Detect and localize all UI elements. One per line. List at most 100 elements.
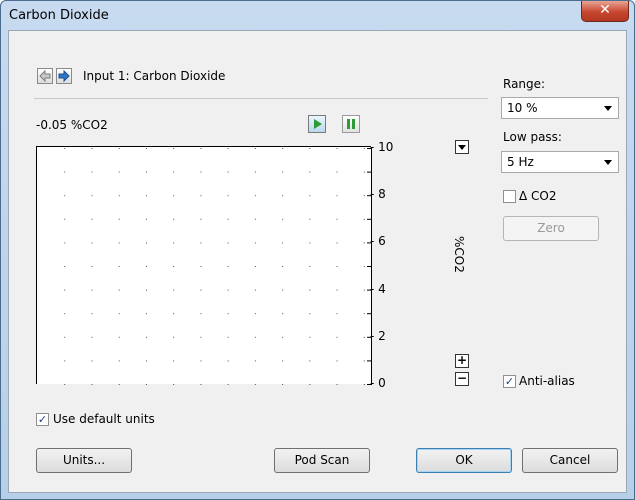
grid-dot: [282, 242, 284, 244]
chart-area[interactable]: [36, 146, 372, 385]
grid-dot: [173, 195, 175, 197]
grid-dot: [254, 218, 256, 220]
grid-dot: [173, 171, 175, 173]
grid-dot: [363, 360, 365, 362]
grid-dot: [282, 148, 284, 149]
grid-dot: [227, 313, 229, 315]
grid-dot: [64, 289, 66, 291]
input-label: Input 1: Carbon Dioxide: [83, 69, 226, 83]
grid-dot: [254, 289, 256, 291]
grid-dot: [200, 218, 202, 220]
grid-dot: [363, 266, 365, 267]
grid-dot: [64, 336, 66, 338]
zoom-in-button[interactable]: +: [455, 354, 469, 368]
anti-alias-checkbox[interactable]: ✓: [503, 375, 516, 388]
use-default-units-checkbox[interactable]: ✓: [36, 413, 49, 426]
grid-dot: [91, 218, 93, 220]
grid-dot: [91, 242, 93, 244]
range-label: Range:: [503, 77, 546, 91]
close-icon: ✕: [599, 2, 611, 18]
grid-dot: [173, 289, 175, 291]
previous-input-button[interactable]: [37, 68, 53, 84]
grid-dot: [91, 384, 93, 385]
grid-dot: [91, 266, 93, 267]
play-button[interactable]: [308, 115, 326, 133]
y-tick-mark: [367, 313, 371, 315]
grid-dot: [200, 384, 202, 385]
y-tick-mark: [367, 218, 371, 220]
delta-co2-label: Δ CO2: [519, 189, 557, 203]
grid-dot: [309, 384, 311, 385]
grid-dot: [118, 218, 120, 220]
next-input-button[interactable]: [56, 68, 72, 84]
grid-dot: [363, 384, 365, 385]
grid-dot: [363, 148, 365, 149]
low-pass-select[interactable]: 5 Hz: [501, 151, 619, 173]
grid-dot: [227, 218, 229, 220]
grid-dot: [309, 336, 311, 338]
delta-co2-checkbox[interactable]: [503, 190, 516, 203]
grid-dot: [254, 266, 256, 267]
grid-dot: [118, 336, 120, 338]
grid-dot: [309, 242, 311, 244]
grid-dot: [254, 148, 256, 149]
ok-button[interactable]: OK: [416, 448, 512, 473]
plus-icon: +: [456, 353, 468, 367]
window-title: Carbon Dioxide: [9, 8, 109, 23]
grid-dot: [336, 171, 338, 173]
scale-down-button[interactable]: [455, 140, 469, 154]
range-select[interactable]: 10 %: [501, 97, 619, 119]
grid-dot: [145, 242, 147, 244]
grid-dot: [282, 313, 284, 315]
grid-dot: [173, 384, 175, 385]
pod-scan-button[interactable]: Pod Scan: [274, 448, 370, 473]
grid-dot: [145, 360, 147, 362]
grid-dot: [91, 336, 93, 338]
grid-dot: [282, 289, 284, 291]
grid-dot: [309, 266, 311, 267]
grid-dot: [227, 336, 229, 338]
arrow-right-icon: [58, 69, 70, 83]
grid-dot: [118, 360, 120, 362]
play-icon: [314, 119, 322, 129]
grid-dot: [118, 242, 120, 244]
grid-dot: [336, 384, 338, 385]
grid-dot: [282, 360, 284, 362]
grid-dot: [200, 266, 202, 267]
grid-dot: [64, 171, 66, 173]
grid-dot: [309, 218, 311, 220]
title-bar[interactable]: Carbon Dioxide ✕: [1, 1, 634, 30]
grid-dot: [64, 218, 66, 220]
grid-dot: [91, 289, 93, 291]
grid-dot: [145, 266, 147, 267]
grid-dot: [282, 266, 284, 267]
grid-dot: [145, 218, 147, 220]
grid-dot: [227, 171, 229, 173]
range-value: 10 %: [507, 101, 538, 115]
grid-dot: [363, 289, 365, 291]
grid-dot: [254, 313, 256, 315]
zoom-out-button[interactable]: −: [455, 372, 469, 386]
grid-dot: [309, 313, 311, 315]
y-tick-label: - 10: [370, 140, 394, 154]
y-tick-mark: [367, 266, 371, 267]
grid-dot: [118, 148, 120, 149]
grid-dot: [227, 384, 229, 385]
grid-dot: [254, 242, 256, 244]
zero-button[interactable]: Zero: [503, 216, 599, 241]
grid-dot: [227, 242, 229, 244]
grid-dot: [282, 171, 284, 173]
close-button[interactable]: ✕: [581, 1, 629, 22]
grid-dot: [227, 289, 229, 291]
grid-dot: [200, 360, 202, 362]
grid-dot: [336, 289, 338, 291]
grid-dot: [309, 289, 311, 291]
cancel-button[interactable]: Cancel: [522, 448, 618, 473]
grid-dot: [91, 195, 93, 197]
grid-dot: [173, 242, 175, 244]
grid-dot: [145, 313, 147, 315]
pause-button[interactable]: [342, 115, 360, 133]
y-axis-label: %CO2: [452, 236, 466, 273]
units-button[interactable]: Units...: [36, 448, 132, 473]
grid-dot: [200, 313, 202, 315]
